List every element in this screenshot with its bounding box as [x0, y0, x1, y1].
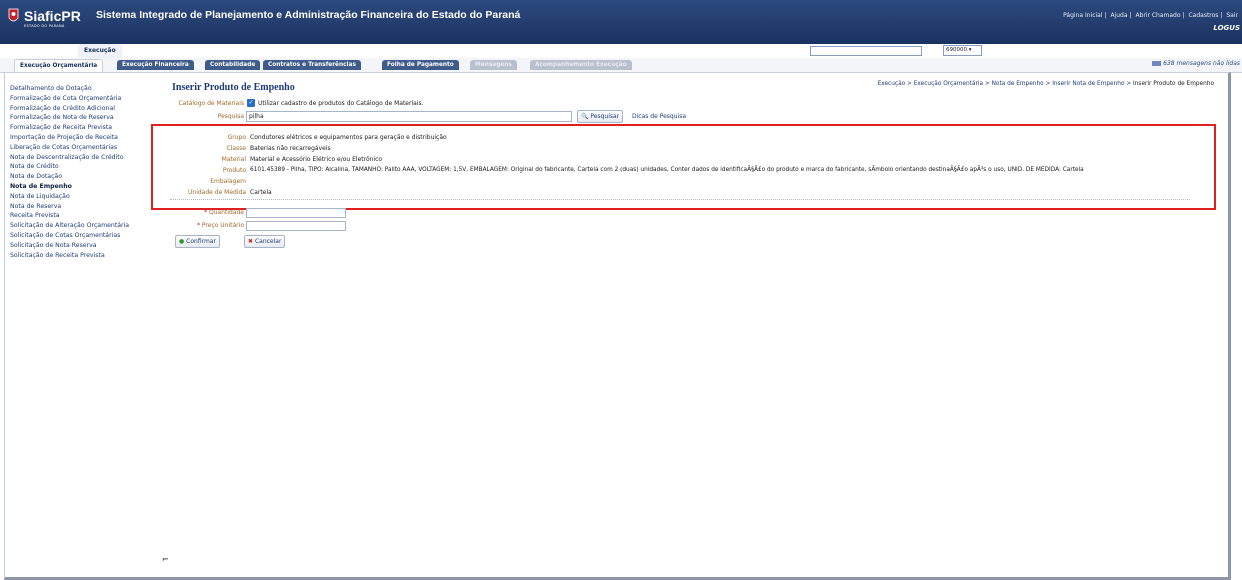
menu-apoio[interactable]: Apoio — [185, 44, 216, 58]
catalog-checkbox[interactable]: ✓ — [247, 99, 255, 107]
sidebar-item-nota-empenho[interactable]: Nota de Empenho — [10, 182, 160, 192]
cancel-button-label: Cancelar — [254, 238, 282, 245]
tab-acompanhamento: Acompanhamento Execução — [530, 60, 632, 70]
cancel-button[interactable]: ✖ Cancelar — [244, 235, 286, 248]
unread-messages[interactable]: 638 mensagens não lidas — [1152, 60, 1240, 67]
grupo-label: Grupo — [227, 134, 246, 141]
sidebar-item-formalizacao-cota[interactable]: Formalização de Cota Orçamentária — [10, 94, 160, 104]
sidebar-item-detalhamento-dotacao[interactable]: Detalhamento de Dotação — [10, 84, 160, 94]
sidebar-item-nota-descentralizacao[interactable]: Nota de Descentralização de Crédito — [10, 153, 160, 163]
material-value: Material e Acessório Elétrico e/ou Eletr… — [250, 156, 383, 163]
tab-execucao-orcamentaria[interactable]: Execução Orçamentária — [14, 59, 104, 72]
preco-label: * Preço Unitário — [160, 222, 244, 229]
mouse-cursor-icon: ⌐ — [162, 555, 169, 564]
sidebar-item-importacao-projecao[interactable]: Importação de Projeção de Receita — [10, 133, 160, 143]
produto-label: Produto — [222, 167, 246, 174]
divider — [170, 199, 1190, 200]
link-registers[interactable]: Cadastros — [1188, 12, 1218, 19]
unidade-label: Unidade de Medida — [188, 189, 246, 196]
menu-execucao[interactable]: Execução — [78, 44, 122, 58]
link-home[interactable]: Página Inicial — [1063, 12, 1102, 19]
embalagem-label: Embalagem — [210, 178, 246, 185]
menu-planejamento[interactable]: Planejamento — [14, 44, 73, 58]
sidebar-item-formalizacao-receita[interactable]: Formalização de Receita Prevista — [10, 123, 160, 133]
top-links: Página Inicial | Ajuda | Abrir Chamado | Ca… — [1063, 12, 1238, 19]
sidebar-item-solicitacao-cotas[interactable]: Solicitação de Cotas Orçamentárias — [10, 231, 160, 241]
preco-label-text: Preço Unitário — [201, 222, 244, 229]
ug-select[interactable]: 690000 ▾ — [943, 45, 982, 56]
sidebar-item-nota-liquidacao[interactable]: Nota de Liquidação — [10, 192, 160, 202]
tab-contabilidade[interactable]: Contabilidade — [205, 60, 261, 70]
app-header: SiaficPR ESTADO DO PARANÁ Sistema Integr… — [0, 0, 1242, 44]
welcome-text: Seja bem-vindo(a), Simone da Silva Godoy — [985, 47, 1124, 55]
breadcrumb-current: Inserir Produto de Empenho — [1133, 81, 1214, 87]
parana-crest-icon — [8, 8, 19, 22]
tab-mensagens: Mensagens — [470, 60, 517, 70]
cancel-icon: ✖ — [248, 238, 254, 245]
grupo-value: Condutores elétricos e equipamentos para… — [250, 134, 447, 141]
sub-tab-bar: Execução Orçamentária Execução Financeir… — [0, 58, 1242, 73]
ug-value: 690000 — [946, 47, 967, 53]
breadcrumb-path[interactable]: Execução > Execução Orçamentária > Nota … — [878, 81, 1133, 87]
confirm-button-label: Confirmar — [186, 238, 216, 245]
sidebar-item-formalizacao-reserva[interactable]: Formalização de Nota de Reserva — [10, 113, 160, 123]
quick-access-label: Acesso Rápido — [755, 47, 803, 55]
tab-contratos[interactable]: Contratos e Transferências — [263, 60, 361, 70]
sidebar-item-receita-prevista[interactable]: Receita Prevista — [10, 211, 160, 221]
link-open-ticket[interactable]: Abrir Chamado — [1135, 12, 1180, 19]
menu-administracao[interactable]: Administração — [222, 44, 283, 58]
page-title: Inserir Produto de Empenho — [172, 82, 295, 93]
search-tips-link[interactable]: Dicas de Pesquisa — [632, 113, 686, 120]
sidebar-item-nota-reserva[interactable]: Nota de Reserva — [10, 202, 160, 212]
link-help[interactable]: Ajuda — [1110, 12, 1127, 19]
state-name: ESTADO DO PARANÁ — [24, 24, 65, 28]
ug-label: UG — [930, 46, 940, 54]
material-label: Material — [221, 156, 246, 163]
sidebar-item-liberacao-cotas[interactable]: Liberação de Cotas Orçamentárias — [10, 143, 160, 153]
catalog-text: Utilizar cadastro de produtos do Catálog… — [258, 100, 424, 107]
menu-relatorios[interactable]: Relatórios — [300, 44, 347, 58]
unidade-value: Cartela — [250, 189, 272, 196]
check-icon: ● — [179, 238, 185, 245]
quantidade-label-text: Quantidade — [208, 209, 244, 216]
sidebar-item-formalizacao-credito[interactable]: Formalização de Crédito Adicional — [10, 104, 160, 114]
classe-value: Baterias não recarregáveis — [250, 145, 331, 152]
tab-folha-pagamento[interactable]: Folha de Pagamento — [382, 60, 459, 70]
search-button[interactable]: 🔍 Pesquisar — [577, 110, 624, 123]
sidebar-item-solicitacao-receita[interactable]: Solicitação de Receita Prevista — [10, 251, 160, 261]
tab-execucao-financeira[interactable]: Execução Financeira — [117, 60, 194, 70]
breadcrumb: Execução > Execução Orçamentária > Nota … — [878, 81, 1214, 87]
required-mark: * — [204, 209, 208, 216]
classe-label: Classe — [226, 145, 246, 152]
menu-projetos[interactable]: Projetos — [138, 44, 178, 58]
sidebar-item-nota-credito[interactable]: Nota de Crédito — [10, 162, 160, 172]
vendor-logo: LOGUS — [1213, 24, 1240, 32]
quantidade-label: * Quantidade — [160, 209, 244, 216]
fiscal-year: Exercício 2026 — [1192, 47, 1240, 55]
produto-value: 6101.45389 - Pilha, TIPO: Alcalina, TAMA… — [250, 167, 1084, 173]
magnifier-icon: 🔍 — [581, 113, 589, 120]
catalog-label: Catálogo de Materiais — [178, 100, 244, 107]
search-label: Pesquisa — [217, 113, 244, 120]
quick-access-input[interactable] — [810, 46, 922, 56]
quantidade-input[interactable] — [246, 208, 346, 218]
confirm-button[interactable]: ● Confirmar — [175, 235, 220, 248]
required-mark: * — [196, 222, 200, 229]
sidebar-nav: Detalhamento de Dotação Formalização de … — [10, 84, 160, 260]
sidebar-item-solicitacao-nota-reserva[interactable]: Solicitação de Nota Reserva — [10, 241, 160, 251]
unread-messages-text: 638 mensagens não lidas — [1163, 60, 1240, 67]
search-button-label: Pesquisar — [590, 113, 620, 120]
link-logout[interactable]: Sair — [1226, 12, 1238, 19]
sidebar-item-solicitacao-alteracao[interactable]: Solicitação de Alteração Orçamentária — [10, 221, 160, 231]
app-name: SiaficPR — [24, 8, 81, 24]
search-input[interactable]: pilha — [246, 111, 572, 122]
mail-icon — [1152, 61, 1162, 66]
sidebar-item-nota-dotacao[interactable]: Nota de Dotação — [10, 172, 160, 182]
system-title: Sistema Integrado de Planejamento e Admi… — [96, 9, 521, 21]
preco-input[interactable] — [246, 221, 346, 231]
